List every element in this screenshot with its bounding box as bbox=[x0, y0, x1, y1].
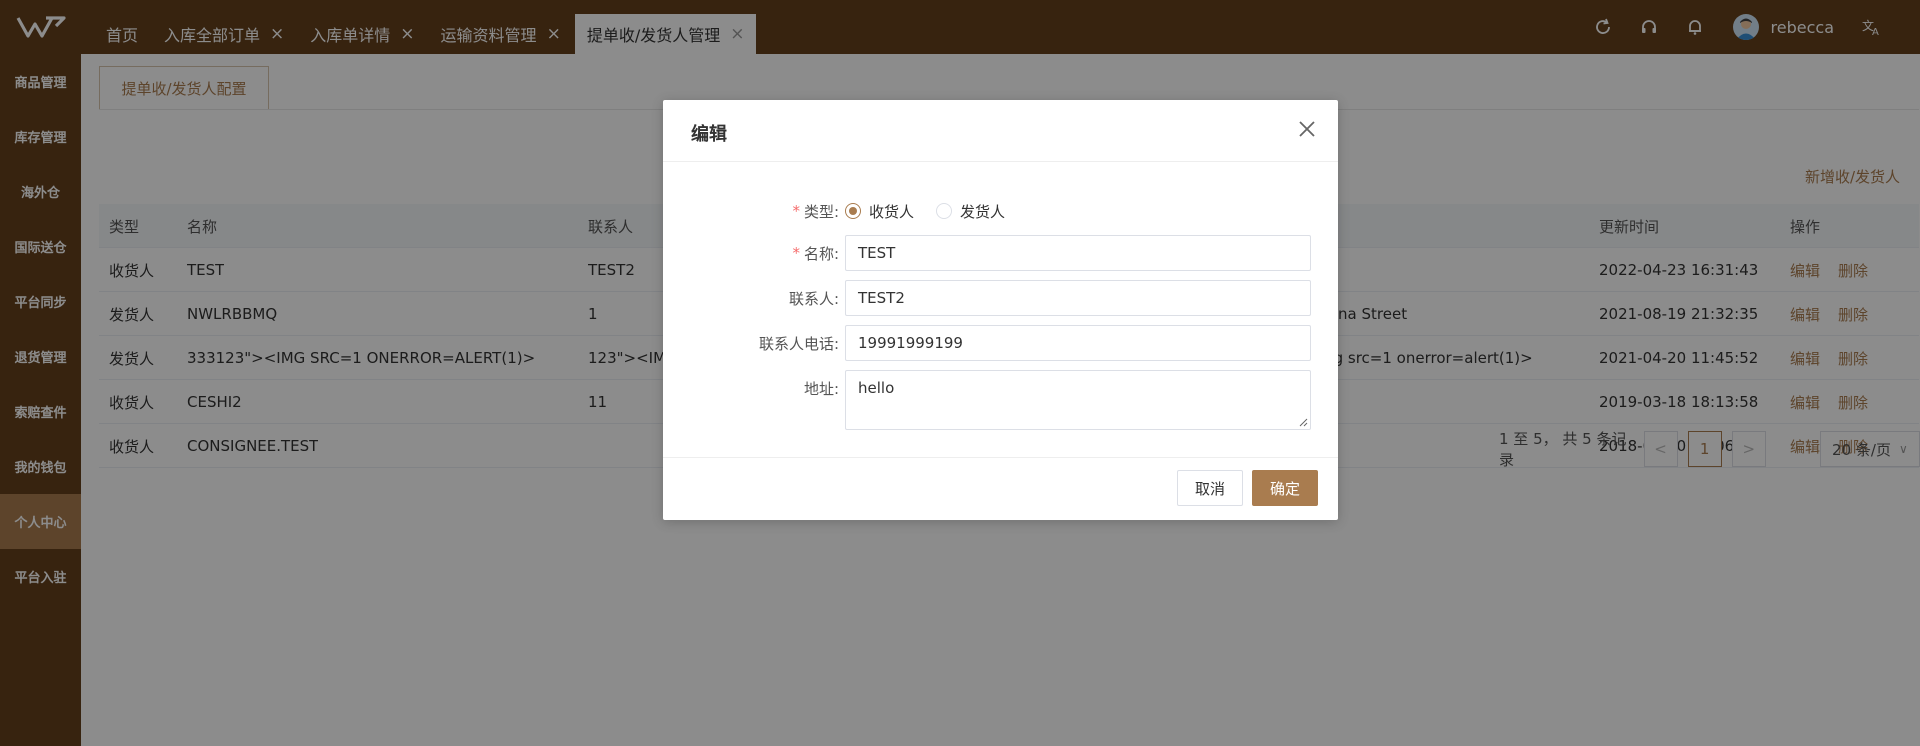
cancel-button[interactable]: 取消 bbox=[1177, 470, 1243, 506]
type-radio-group: 收货人 发货人 bbox=[845, 193, 1027, 229]
dialog-header: 编辑 bbox=[663, 100, 1338, 162]
radio-consignee[interactable]: 收货人 bbox=[845, 201, 914, 222]
phone-input[interactable]: 19991999199 bbox=[845, 325, 1311, 361]
type-label: * 类型: bbox=[792, 193, 839, 229]
required-mark: * bbox=[792, 202, 800, 220]
confirm-button[interactable]: 确定 bbox=[1252, 470, 1318, 506]
phone-label: 联系人电话: bbox=[758, 334, 839, 353]
dialog-title: 编辑 bbox=[691, 124, 727, 145]
address-label: 地址: bbox=[803, 379, 839, 398]
address-value: hello bbox=[858, 379, 895, 397]
name-label-text: 名称: bbox=[803, 244, 839, 263]
resize-handle-icon[interactable] bbox=[1298, 417, 1308, 427]
close-icon[interactable] bbox=[1296, 118, 1318, 140]
radio-unchecked-icon[interactable] bbox=[936, 203, 953, 219]
radio-label: 收货人 bbox=[869, 202, 915, 221]
required-mark: * bbox=[792, 244, 800, 262]
contact-input[interactable]: TEST2 bbox=[845, 280, 1311, 316]
contact-label: 联系人: bbox=[788, 289, 839, 308]
name-label: * 名称: bbox=[792, 235, 839, 271]
type-label-text: 类型: bbox=[803, 202, 839, 221]
radio-checked-icon[interactable] bbox=[845, 203, 861, 219]
name-input[interactable]: TEST bbox=[845, 235, 1311, 271]
edit-dialog: 编辑 * 类型: 收货人 发货人 * 名称: TEST 联系人: TEST2 联… bbox=[663, 100, 1338, 520]
dialog-footer: 取消 确定 bbox=[663, 457, 1338, 520]
address-textarea[interactable]: hello bbox=[845, 370, 1311, 430]
radio-shipper[interactable]: 发货人 bbox=[936, 201, 1005, 222]
radio-label: 发货人 bbox=[960, 202, 1006, 221]
